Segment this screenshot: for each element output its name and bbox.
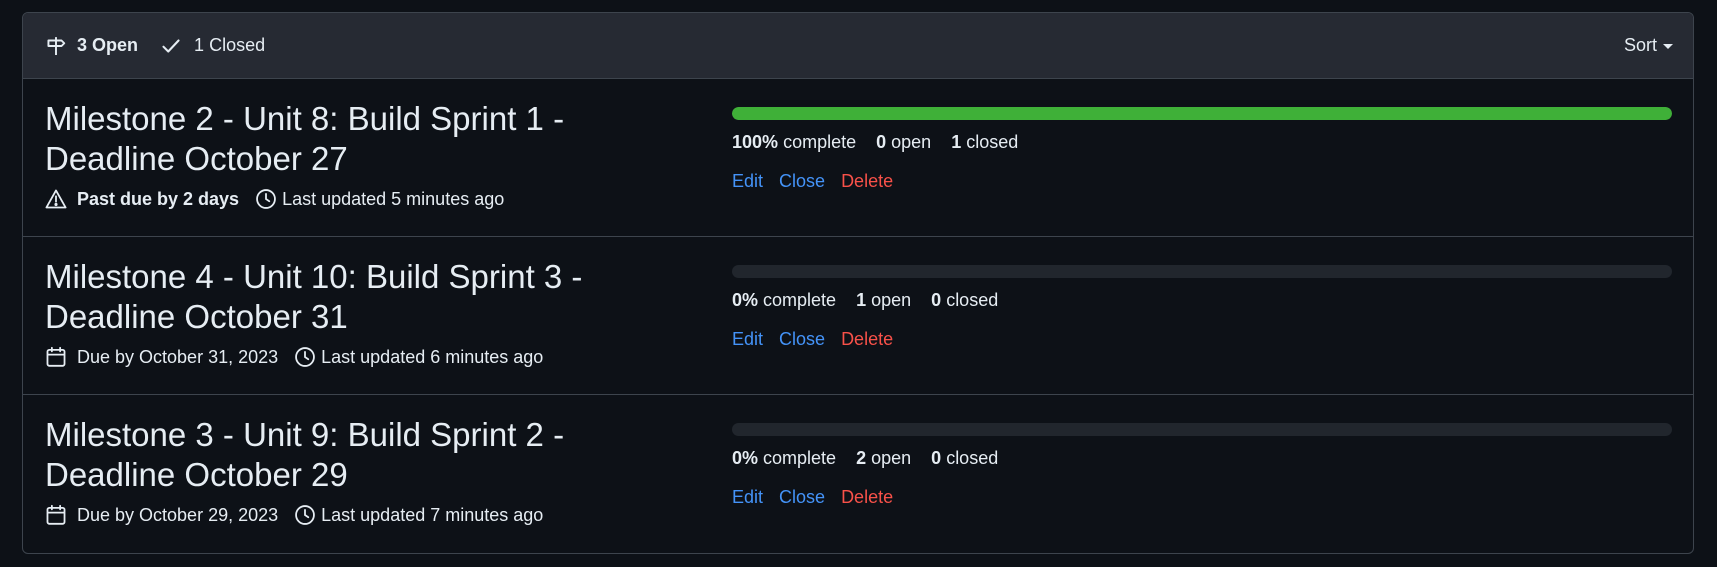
closed-issues-label: closed	[966, 132, 1019, 152]
closed-issues-count: 0	[931, 448, 942, 468]
milestone-title[interactable]: Milestone 3 - Unit 9: Build Sprint 2 - D…	[45, 415, 685, 495]
delete-link[interactable]: Delete	[841, 329, 893, 350]
alert-icon	[45, 189, 67, 209]
milestones-header: 3 Open 1 Closed Sort	[23, 13, 1693, 79]
open-issues-count: 2	[856, 448, 867, 468]
milestone-row: Milestone 2 - Unit 8: Build Sprint 1 - D…	[23, 79, 1693, 237]
milestone-stats: 0% complete 1 open 0 closed	[732, 290, 1672, 311]
calendar-icon	[46, 346, 66, 367]
clock-icon	[295, 347, 315, 367]
milestone-actions: Edit Close Delete	[732, 329, 1672, 350]
clock-icon	[295, 505, 315, 525]
last-updated: Last updated 6 minutes ago	[321, 346, 544, 367]
complete-label: complete	[763, 448, 837, 468]
milestone-stats: 0% complete 2 open 0 closed	[732, 448, 1672, 469]
closed-issues-count: 1	[951, 132, 962, 152]
milestone-title[interactable]: Milestone 4 - Unit 10: Build Sprint 3 - …	[45, 257, 685, 337]
due-date: Due by October 31, 2023	[77, 346, 279, 367]
progress-bar	[732, 265, 1672, 278]
milestone-meta: Past due by 2 days Last updated 5 minute…	[45, 188, 685, 210]
open-issues-label: open	[891, 132, 932, 152]
progress-fill	[732, 107, 1672, 120]
edit-link[interactable]: Edit	[732, 171, 763, 192]
close-link[interactable]: Close	[779, 171, 825, 192]
closed-issues-count: 0	[931, 290, 942, 310]
open-label: Open	[92, 35, 139, 55]
delete-link[interactable]: Delete	[841, 487, 893, 508]
open-issues-count: 0	[876, 132, 887, 152]
tab-open-milestones[interactable]: 3 Open	[45, 35, 138, 57]
close-link[interactable]: Close	[779, 329, 825, 350]
closed-count: 1	[194, 35, 205, 55]
milestone-row: Milestone 3 - Unit 9: Build Sprint 2 - D…	[23, 395, 1693, 553]
milestone-actions: Edit Close Delete	[732, 487, 1672, 508]
chevron-down-icon	[1663, 44, 1673, 49]
percent-complete: 0%	[732, 448, 759, 468]
delete-link[interactable]: Delete	[841, 171, 893, 192]
milestones-panel: 3 Open 1 Closed Sort Milestone 2 - Unit …	[22, 12, 1694, 554]
closed-issues-label: closed	[946, 290, 999, 310]
percent-complete: 0%	[732, 290, 759, 310]
clock-icon	[256, 189, 276, 209]
milestone-meta: Due by October 29, 2023 Last updated 7 m…	[45, 504, 685, 526]
closed-issues-label: closed	[946, 448, 999, 468]
milestone-title[interactable]: Milestone 2 - Unit 8: Build Sprint 1 - D…	[45, 99, 685, 179]
closed-label: Closed	[209, 35, 266, 55]
open-issues-count: 1	[856, 290, 867, 310]
open-count: 3	[77, 35, 88, 55]
sort-button[interactable]: Sort	[1624, 35, 1673, 56]
close-link[interactable]: Close	[779, 487, 825, 508]
progress-bar	[732, 107, 1672, 120]
calendar-icon	[46, 504, 66, 525]
open-issues-label: open	[871, 290, 912, 310]
percent-complete: 100%	[732, 132, 779, 152]
milestone-row: Milestone 4 - Unit 10: Build Sprint 3 - …	[23, 237, 1693, 395]
tab-closed-milestones[interactable]: 1 Closed	[160, 35, 265, 57]
milestone-actions: Edit Close Delete	[732, 171, 1672, 192]
complete-label: complete	[783, 132, 857, 152]
edit-link[interactable]: Edit	[732, 329, 763, 350]
open-issues-label: open	[871, 448, 912, 468]
last-updated: Last updated 5 minutes ago	[282, 188, 505, 209]
check-icon	[162, 38, 180, 53]
milestone-meta: Due by October 31, 2023 Last updated 6 m…	[45, 346, 685, 368]
milestone-stats: 100% complete 0 open 1 closed	[732, 132, 1672, 153]
edit-link[interactable]: Edit	[732, 487, 763, 508]
progress-bar	[732, 423, 1672, 436]
due-date: Due by October 29, 2023	[77, 504, 279, 525]
last-updated: Last updated 7 minutes ago	[321, 504, 544, 525]
complete-label: complete	[763, 290, 837, 310]
due-status: Past due by 2 days	[77, 188, 240, 209]
milestone-icon	[47, 36, 66, 55]
sort-label: Sort	[1623, 35, 1657, 55]
